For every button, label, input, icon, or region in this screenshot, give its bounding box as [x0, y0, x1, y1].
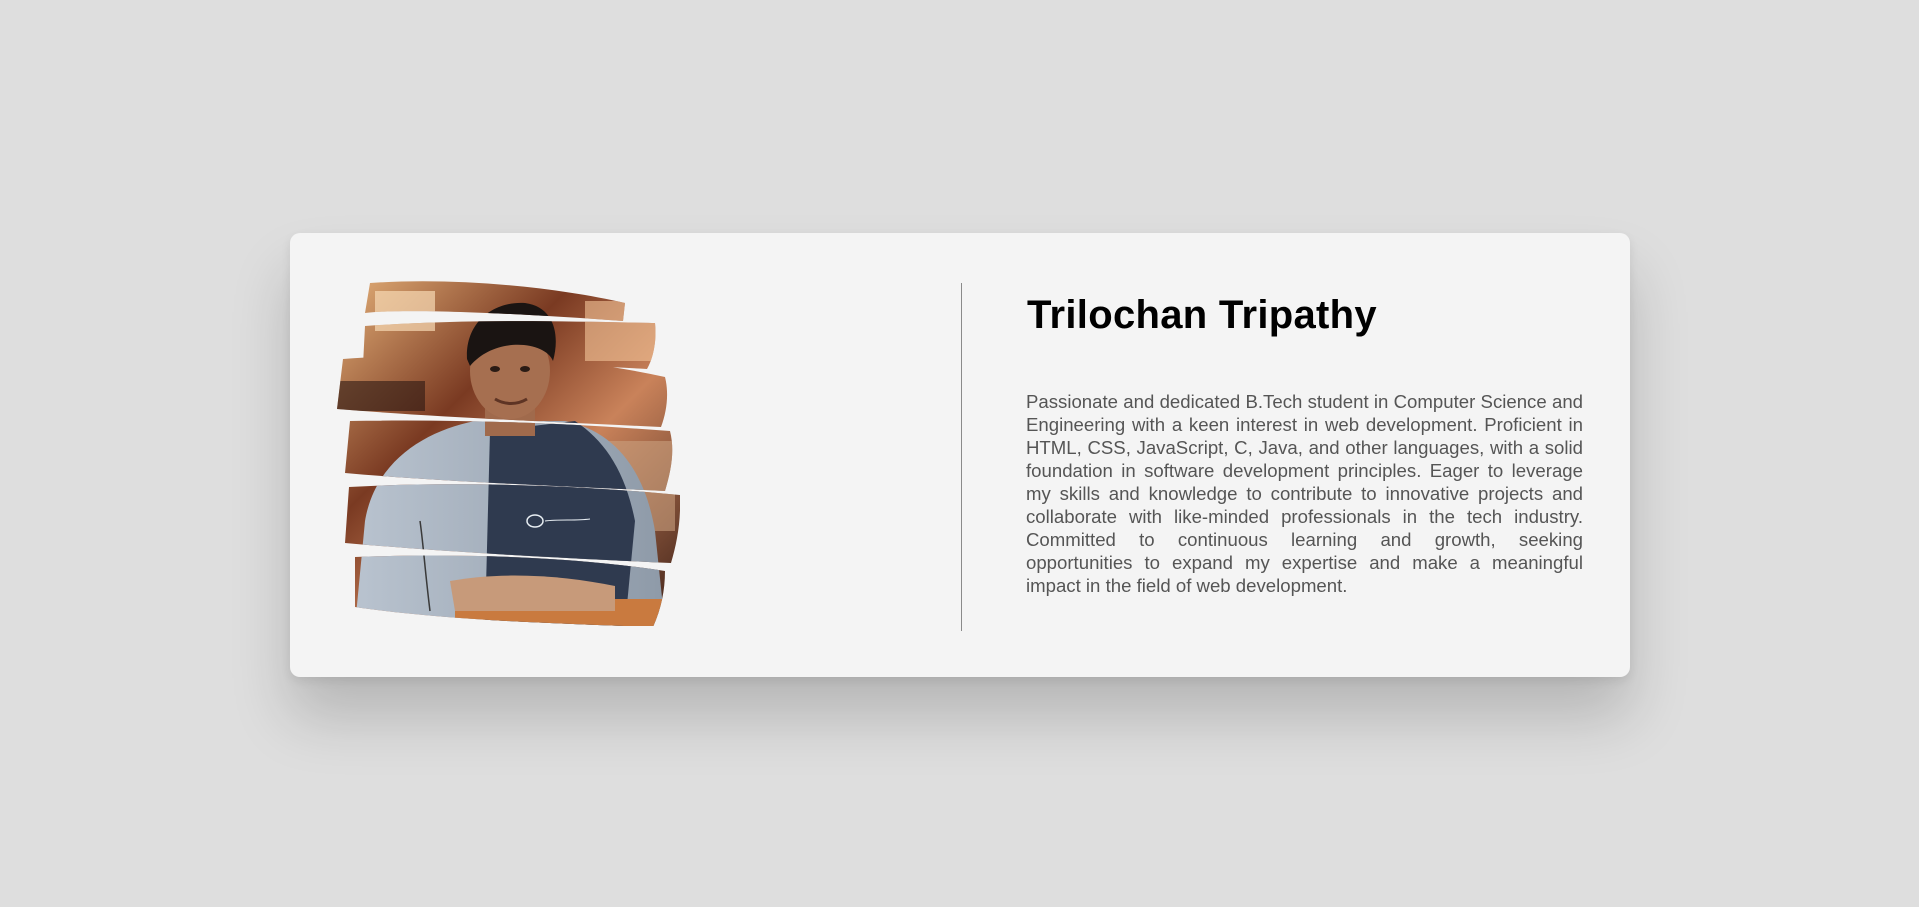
vertical-divider	[961, 283, 962, 631]
profile-card: Trilochan Tripathy Passionate and dedica…	[290, 233, 1630, 677]
profile-name: Trilochan Tripathy	[1027, 293, 1377, 337]
person-photo-icon	[337, 281, 680, 626]
profile-bio: Passionate and dedicated B.Tech student …	[1026, 391, 1583, 596]
profile-photo	[335, 281, 680, 626]
